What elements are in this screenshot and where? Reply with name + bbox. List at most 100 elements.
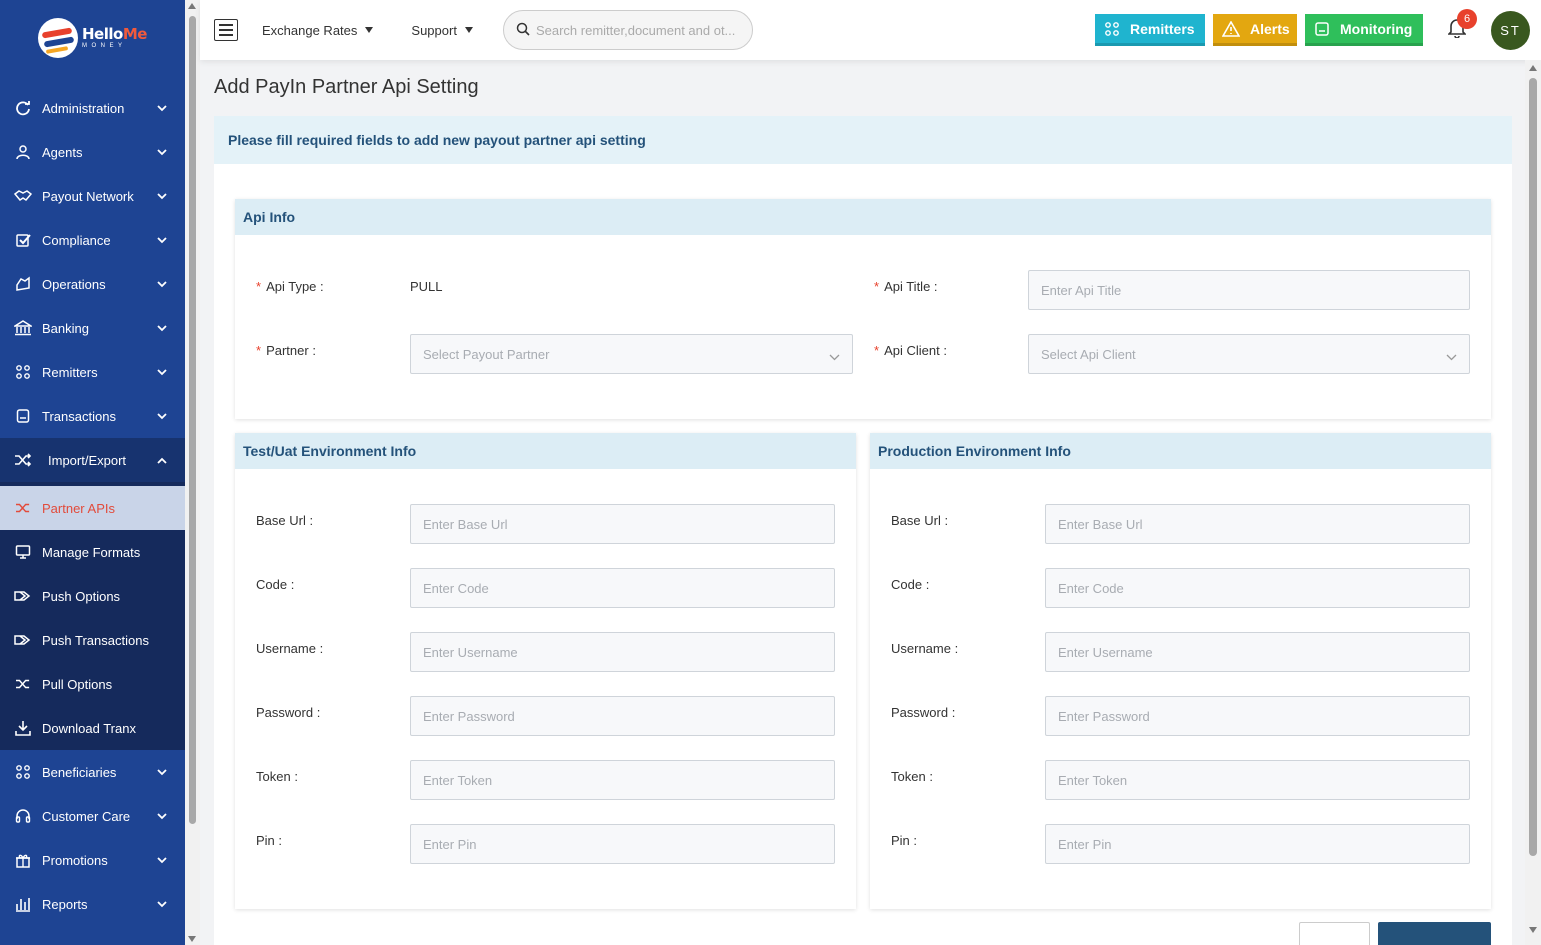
chevron-down-icon [157, 279, 167, 289]
gift-icon [14, 851, 32, 869]
prod-token-input[interactable] [1045, 760, 1470, 800]
sidebar-item-label: Operations [42, 276, 106, 292]
alerts-button-label: Alerts [1250, 20, 1290, 37]
caret-down-icon [464, 27, 473, 33]
partner-select[interactable]: Select Payout Partner [410, 334, 853, 374]
prod-token-label: Token : [891, 769, 933, 784]
scroll-up-arrow-icon[interactable] [188, 3, 196, 9]
remitters-button[interactable]: Remitters [1095, 14, 1205, 46]
chevron-down-icon [157, 103, 167, 113]
sidebar-item-label: Remitters [42, 364, 98, 380]
prod-pin-input[interactable] [1045, 824, 1470, 864]
sidebar: HelloMe MONEY Administration Agents Payo… [0, 0, 185, 945]
test-code-label: Code : [256, 577, 295, 592]
sidebar-item-label: Reports [42, 896, 88, 912]
scroll-up-arrow-icon[interactable] [1529, 65, 1537, 71]
monitor-screen-icon [1314, 21, 1330, 37]
sidebar-item-reports[interactable]: Reports [0, 882, 185, 926]
sidebar-subitem-label: Partner APIs [42, 500, 115, 516]
api-type-label: * Api Type : [256, 279, 324, 294]
prod-code-input[interactable] [1045, 568, 1470, 608]
sidebar-scrollbar[interactable] [185, 0, 200, 945]
prod-username-label: Username : [891, 641, 959, 656]
sidebar-item-remitters[interactable]: Remitters [0, 350, 185, 394]
save-button[interactable] [1378, 922, 1491, 945]
scrollbar-thumb[interactable] [1529, 78, 1537, 856]
sidebar-item-compliance[interactable]: Compliance [0, 218, 185, 262]
test-password-input[interactable] [410, 696, 835, 736]
monitoring-button[interactable]: Monitoring [1305, 14, 1423, 46]
sidebar-subitem-download-tranx[interactable]: Download Tranx [0, 706, 185, 750]
warning-icon [1222, 20, 1240, 37]
prod-username-input[interactable] [1045, 632, 1470, 672]
api-title-label: * Api Title : [874, 279, 938, 294]
chevron-down-icon [157, 767, 167, 777]
sidebar-subitem-pull-options[interactable]: Pull Options [0, 662, 185, 706]
menu-support-label: Support [411, 22, 457, 38]
menu-support[interactable]: Support [411, 23, 473, 38]
avatar[interactable]: ST [1491, 11, 1530, 50]
sidebar-item-agents[interactable]: Agents [0, 130, 185, 174]
prod-base-url-input[interactable] [1045, 504, 1470, 544]
menu-exchange-rates-label: Exchange Rates [262, 22, 358, 38]
api-title-input[interactable] [1028, 270, 1470, 310]
test-base-url-input[interactable] [410, 504, 835, 544]
monitoring-button-label: Monitoring [1340, 20, 1413, 37]
brand-logo[interactable]: HelloMe MONEY [0, 0, 185, 76]
sidebar-item-label: Agents [42, 144, 83, 160]
sidebar-item-banking[interactable]: Banking [0, 306, 185, 350]
api-client-label: * Api Client : [874, 343, 947, 358]
sidebar-item-promotions[interactable]: Promotions [0, 838, 185, 882]
monitor-icon [14, 543, 32, 561]
scroll-down-arrow-icon[interactable] [188, 936, 196, 942]
test-env-title: Test/Uat Environment Info [235, 433, 856, 469]
sidebar-subitem-label: Download Tranx [42, 720, 136, 736]
alerts-button[interactable]: Alerts [1213, 14, 1297, 46]
logo-main-text: Hello [82, 25, 123, 43]
sidebar-subitem-push-transactions[interactable]: Push Transactions [0, 618, 185, 662]
search-box [502, 10, 753, 50]
cancel-button[interactable] [1299, 922, 1370, 945]
sidebar-item-transactions[interactable]: Transactions [0, 394, 185, 438]
chevron-down-icon [157, 323, 167, 333]
shuffle-icon [14, 451, 32, 469]
test-code-input[interactable] [410, 568, 835, 608]
logo-accent-text: Me [122, 25, 148, 43]
chevron-down-icon [829, 349, 840, 364]
chevron-down-icon [157, 811, 167, 821]
api-client-select[interactable]: Select Api Client [1028, 334, 1470, 374]
chevron-down-icon [157, 147, 167, 157]
test-username-input[interactable] [410, 632, 835, 672]
sidebar-item-label: Administration [42, 100, 125, 116]
menu-exchange-rates[interactable]: Exchange Rates [262, 22, 374, 38]
sidebar-item-administration[interactable]: Administration [0, 86, 185, 130]
test-token-input[interactable] [410, 760, 835, 800]
sidebar-item-beneficiaries[interactable]: Beneficiaries [0, 750, 185, 794]
search-input[interactable] [535, 22, 746, 38]
sidebar-item-import-export[interactable]: Import/Export [0, 438, 185, 482]
page-scrollbar[interactable] [1525, 60, 1541, 945]
sidebar-subitem-manage-formats[interactable]: Manage Formats [0, 530, 185, 574]
sidebar-item-customer-care[interactable]: Customer Care [0, 794, 185, 838]
chevron-down-icon [157, 367, 167, 377]
hamburger-menu-icon[interactable] [214, 19, 238, 41]
sidebar-subitem-label: Pull Options [42, 676, 113, 692]
scrollbar-thumb[interactable] [189, 16, 196, 824]
test-pin-input[interactable] [410, 824, 835, 864]
notification-badge: 6 [1457, 9, 1477, 29]
sidebar-item-operations[interactable]: Operations [0, 262, 185, 306]
scroll-down-arrow-icon[interactable] [1529, 927, 1537, 933]
user-icon [14, 143, 32, 161]
sidebar-subitem-label: Manage Formats [42, 544, 141, 560]
partner-select-placeholder: Select Payout Partner [423, 346, 550, 362]
prod-env-title: Production Environment Info [870, 433, 1491, 469]
sidebar-item-label: Customer Care [42, 808, 131, 824]
sidebar-subitem-partner-apis[interactable]: Partner APIs [0, 486, 185, 530]
api-client-select-placeholder: Select Api Client [1041, 346, 1136, 362]
test-base-url-label: Base Url : [256, 513, 314, 528]
prod-password-input[interactable] [1045, 696, 1470, 736]
chevron-down-icon [157, 899, 167, 909]
form-notice: Please fill required fields to add new p… [214, 116, 1512, 164]
sidebar-subitem-push-options[interactable]: Push Options [0, 574, 185, 618]
sidebar-item-payout-network[interactable]: Payout Network [0, 174, 185, 218]
